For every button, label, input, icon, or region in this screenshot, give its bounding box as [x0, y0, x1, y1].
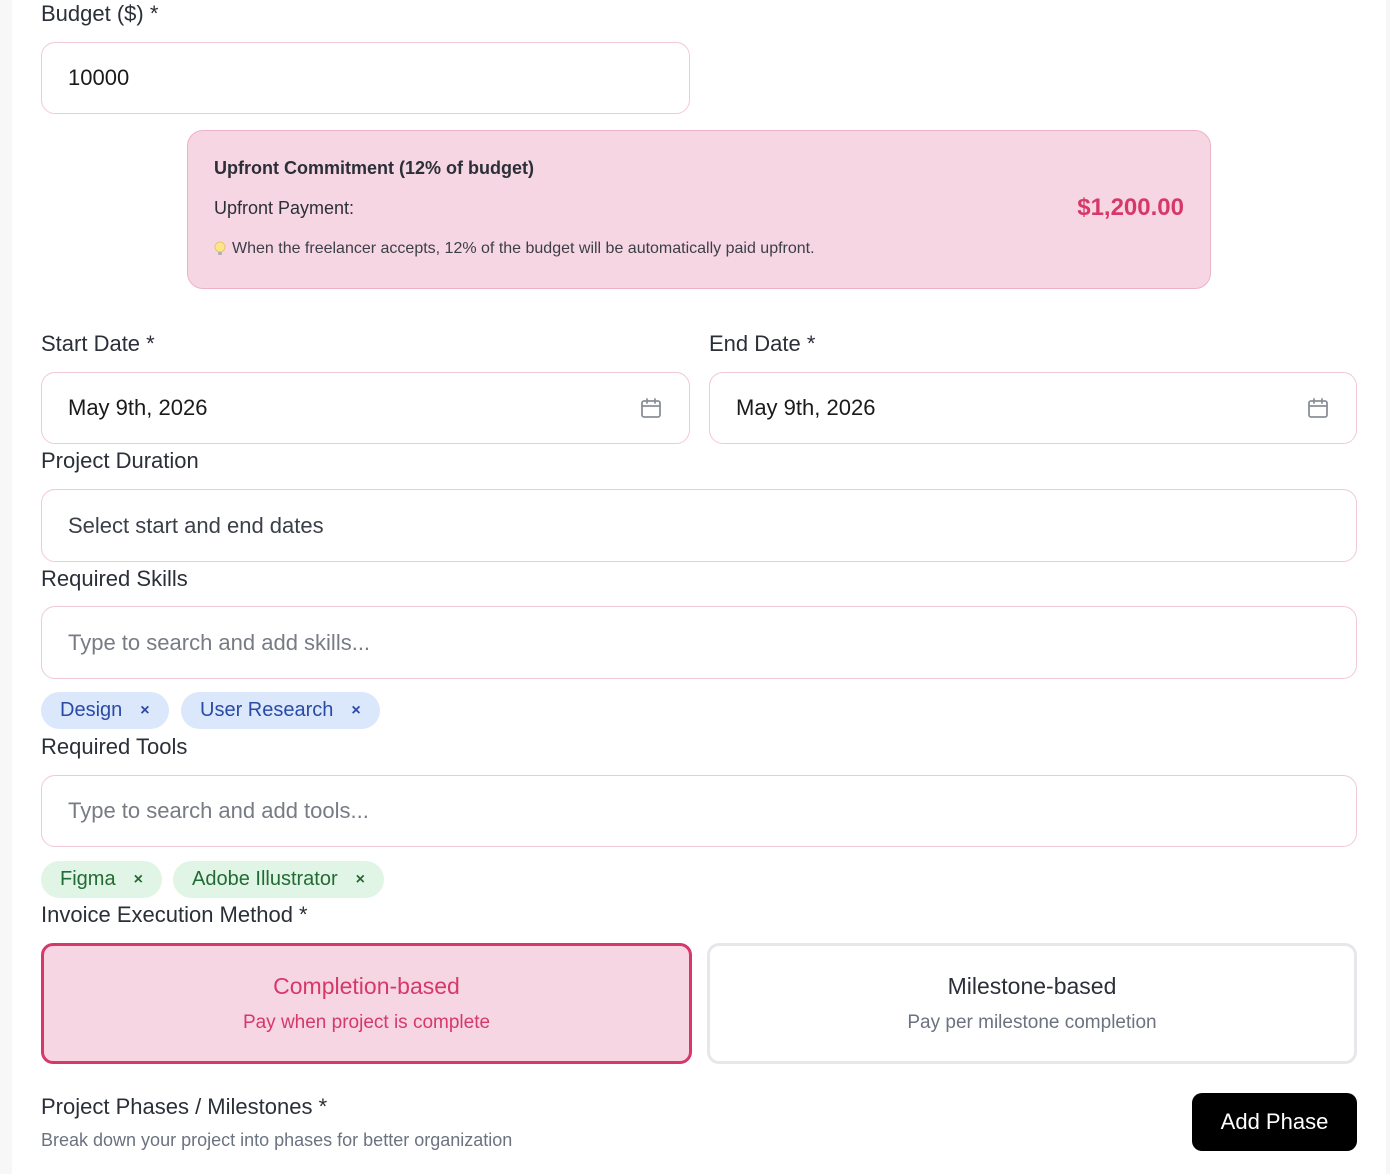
tool-tag-label: Adobe Illustrator — [192, 868, 338, 890]
close-icon[interactable]: × — [351, 702, 360, 720]
tools-search-input[interactable]: Type to search and add tools... — [41, 775, 1357, 847]
option-subtitle: Pay when project is complete — [242, 1012, 491, 1033]
completion-based-option[interactable]: Completion-based Pay when project is com… — [41, 943, 692, 1064]
end-date-value: May 9th, 2026 — [736, 395, 876, 420]
tool-tag-figma: Figma × — [41, 861, 162, 898]
close-icon[interactable]: × — [134, 871, 143, 889]
duration-label: Project Duration — [41, 448, 199, 473]
upfront-info-box: Upfront Commitment (12% of budget) Upfro… — [187, 130, 1211, 289]
phases-label: Project Phases / Milestones * — [41, 1094, 328, 1119]
end-date-input[interactable]: May 9th, 2026 — [709, 372, 1357, 444]
form-panel: Budget ($) * 10000 Upfront Commitment (1… — [12, 0, 1386, 1174]
skills-label: Required Skills — [41, 566, 188, 591]
start-date-value: May 9th, 2026 — [68, 395, 208, 420]
invoice-method-label: Invoice Execution Method * — [41, 902, 308, 927]
upfront-note-text: When the freelancer accepts, 12% of the … — [232, 240, 815, 257]
duration-field: Select start and end dates — [41, 489, 1357, 562]
upfront-title: Upfront Commitment (12% of budget) — [214, 158, 534, 178]
option-title: Milestone-based — [947, 973, 1117, 999]
upfront-payment-value: $1,200.00 — [1077, 194, 1184, 221]
budget-label: Budget ($) * — [41, 1, 159, 26]
tools-label: Required Tools — [41, 734, 188, 759]
skill-tag-user-research: User Research × — [181, 692, 380, 729]
phases-description: Break down your project into phases for … — [41, 1130, 513, 1150]
end-date-label: End Date * — [709, 331, 816, 356]
tool-tag-adobe-illustrator: Adobe Illustrator × — [173, 861, 384, 898]
upfront-payment-label: Upfront Payment: — [214, 198, 355, 218]
skill-tag-label: Design — [60, 699, 123, 721]
close-icon[interactable]: × — [356, 871, 365, 889]
skills-search-input[interactable]: Type to search and add skills... — [41, 606, 1357, 679]
tool-tag-label: Figma — [60, 868, 116, 890]
budget-input[interactable]: 10000 — [41, 42, 690, 114]
calendar-icon[interactable] — [1306, 396, 1330, 420]
start-date-label: Start Date * — [41, 331, 155, 356]
option-title: Completion-based — [273, 973, 460, 999]
skill-tag-label: User Research — [200, 699, 334, 721]
lightbulb-icon — [214, 241, 226, 257]
calendar-icon[interactable] — [639, 396, 663, 420]
option-subtitle: Pay per milestone completion — [907, 1012, 1157, 1033]
start-date-input[interactable]: May 9th, 2026 — [41, 372, 690, 444]
close-icon[interactable]: × — [140, 702, 149, 720]
skill-tag-design: Design × — [41, 692, 169, 729]
milestone-based-option[interactable]: Milestone-based Pay per milestone comple… — [707, 943, 1357, 1064]
upfront-note: When the freelancer accepts, 12% of the … — [214, 240, 815, 258]
add-phase-button[interactable]: Add Phase — [1192, 1093, 1357, 1151]
